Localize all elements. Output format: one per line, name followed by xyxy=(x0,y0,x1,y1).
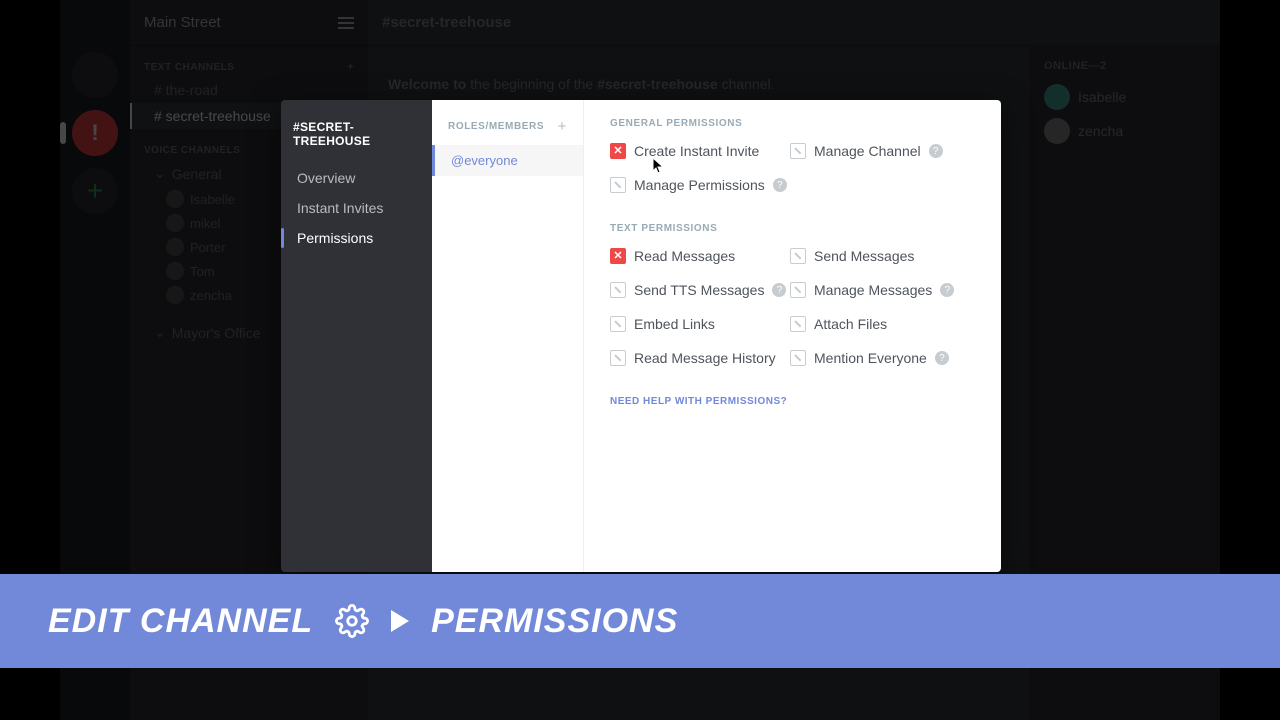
perm-create-invite[interactable]: Create Instant Invite xyxy=(610,143,790,159)
perm-manage-permissions[interactable]: Manage Permissions xyxy=(610,177,790,193)
checkbox-neutral-icon[interactable] xyxy=(610,316,626,332)
triangle-right-icon xyxy=(391,610,409,632)
nav-permissions[interactable]: Permissions xyxy=(293,224,420,252)
banner-edit-channel: EDIT CHANNEL xyxy=(48,602,313,641)
perm-mention-everyone[interactable]: Mention Everyone xyxy=(790,350,970,366)
tutorial-banner: EDIT CHANNEL PERMISSIONS xyxy=(0,574,1280,668)
permissions-help-link[interactable]: NEED HELP WITH PERMISSIONS? xyxy=(610,396,975,407)
nav-overview[interactable]: Overview xyxy=(293,164,420,192)
help-icon[interactable] xyxy=(773,178,787,192)
checkbox-neutral-icon[interactable] xyxy=(610,282,626,298)
checkbox-neutral-icon[interactable] xyxy=(790,350,806,366)
nav-instant-invites[interactable]: Instant Invites xyxy=(293,194,420,222)
channel-settings-modal: #SECRET-TREEHOUSE Overview Instant Invit… xyxy=(281,100,1001,572)
help-icon[interactable] xyxy=(772,283,786,297)
checkbox-neutral-icon[interactable] xyxy=(610,350,626,366)
perm-manage-messages[interactable]: Manage Messages xyxy=(790,282,970,298)
modal-sidebar: #SECRET-TREEHOUSE Overview Instant Invit… xyxy=(281,100,432,572)
perm-attach-files[interactable]: Attach Files xyxy=(790,316,970,332)
checkbox-neutral-icon[interactable] xyxy=(610,177,626,193)
checkbox-neutral-icon[interactable] xyxy=(790,143,806,159)
add-role-icon[interactable]: + xyxy=(558,118,567,135)
perm-send-tts[interactable]: Send TTS Messages xyxy=(610,282,790,298)
perm-embed-links[interactable]: Embed Links xyxy=(610,316,790,332)
role-everyone[interactable]: @everyone xyxy=(432,145,583,176)
perm-send-messages[interactable]: Send Messages xyxy=(790,248,970,264)
checkbox-neutral-icon[interactable] xyxy=(790,282,806,298)
section-text: TEXT PERMISSIONS xyxy=(610,223,975,234)
perm-manage-channel[interactable]: Manage Channel xyxy=(790,143,970,159)
help-icon[interactable] xyxy=(935,351,949,365)
banner-permissions: PERMISSIONS xyxy=(431,602,678,641)
permissions-panel: GENERAL PERMISSIONS Create Instant Invit… xyxy=(584,100,1001,572)
checkbox-deny-icon[interactable] xyxy=(610,143,626,159)
modal-title: #SECRET-TREEHOUSE xyxy=(293,120,420,148)
perm-read-history[interactable]: Read Message History xyxy=(610,350,790,366)
help-icon[interactable] xyxy=(929,144,943,158)
checkbox-neutral-icon[interactable] xyxy=(790,248,806,264)
checkbox-neutral-icon[interactable] xyxy=(790,316,806,332)
help-icon[interactable] xyxy=(940,283,954,297)
gear-icon xyxy=(335,604,369,638)
perm-read-messages[interactable]: Read Messages xyxy=(610,248,790,264)
checkbox-deny-icon[interactable] xyxy=(610,248,626,264)
section-general: GENERAL PERMISSIONS xyxy=(610,118,975,129)
roles-column: ROLES/MEMBERS + @everyone xyxy=(432,100,584,572)
roles-header: ROLES/MEMBERS + xyxy=(432,118,583,145)
